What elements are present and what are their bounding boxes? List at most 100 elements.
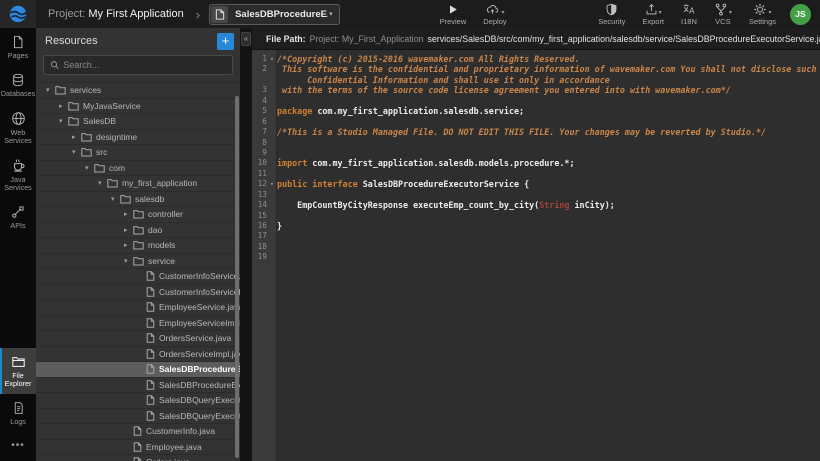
wavemaker-logo[interactable] bbox=[0, 0, 36, 28]
sidebar-item-label: APIs bbox=[10, 222, 25, 230]
tree-item-salesdbqueryexecutorservice-java[interactable]: SalesDBQueryExecutorService.java bbox=[36, 393, 240, 409]
code-line-16[interactable]: 16} bbox=[252, 221, 820, 231]
caret-right-icon[interactable]: ▸ bbox=[72, 133, 81, 141]
i18n-button[interactable]: A I18N bbox=[681, 3, 697, 25]
security-button[interactable]: Security bbox=[598, 3, 625, 25]
fold-marker-icon[interactable]: ▾ bbox=[267, 54, 277, 64]
tree-item-customerinfo-java[interactable]: CustomerInfo.java bbox=[36, 424, 240, 440]
open-file-tab[interactable]: SalesDBProcedureE... ▾ bbox=[209, 4, 340, 25]
caret-right-icon[interactable]: ▸ bbox=[124, 210, 133, 218]
code-text: public interface SalesDBProcedureExecuto… bbox=[277, 179, 820, 189]
sidebar-item-label: Logs bbox=[10, 418, 26, 426]
export-button[interactable]: ▾ Export bbox=[642, 3, 664, 25]
tree-item-label: com bbox=[109, 163, 125, 173]
preview-button[interactable]: Preview bbox=[440, 3, 467, 25]
sidebar-item-pages[interactable]: Pages bbox=[0, 28, 36, 66]
settings-caret-icon: ▾ bbox=[768, 10, 771, 16]
tree-item-my-first-application[interactable]: ▾my_first_application bbox=[36, 176, 240, 192]
tab-dropdown-caret-icon[interactable]: ▾ bbox=[328, 10, 339, 18]
tree-item-customerinfoservice-java[interactable]: CustomerInfoService.java bbox=[36, 269, 240, 285]
code-line-3[interactable]: 3 with the terms of the source code lice… bbox=[252, 85, 820, 95]
tree-item-models[interactable]: ▸ models bbox=[36, 238, 240, 254]
caret-down-icon[interactable]: ▾ bbox=[98, 179, 107, 187]
sidebar-item-apis[interactable]: APIs bbox=[0, 198, 36, 236]
sidebar-item-databases[interactable]: Databases bbox=[0, 66, 36, 104]
tree-item-employeeservice-java[interactable]: EmployeeService.java bbox=[36, 300, 240, 316]
code-line-6[interactable]: 6 bbox=[252, 117, 820, 127]
tree-item-label: controller bbox=[148, 209, 183, 219]
sidebar-item-web-services[interactable]: Web Services bbox=[0, 104, 36, 151]
line-number: 1 bbox=[252, 54, 267, 64]
caret-right-icon[interactable]: ▸ bbox=[124, 241, 133, 249]
token-kw: import bbox=[277, 158, 307, 168]
file-icon bbox=[146, 411, 155, 421]
tree-item-service[interactable]: ▾service bbox=[36, 254, 240, 270]
caret-right-icon[interactable]: ▸ bbox=[124, 226, 133, 234]
token-pl: com.my_first_application.salesdb.service… bbox=[312, 106, 524, 116]
code-line-18[interactable]: 18 bbox=[252, 242, 820, 252]
code-line-14[interactable]: 14 EmpCountByCityResponse executeEmp_cou… bbox=[252, 200, 820, 210]
sidebar-item-label: Web Services bbox=[1, 129, 35, 145]
code-line-17[interactable]: 17 bbox=[252, 231, 820, 241]
caret-down-icon[interactable]: ▾ bbox=[72, 148, 81, 156]
line-number: 17 bbox=[252, 231, 267, 241]
code-line-12[interactable]: 12▾public interface SalesDBProcedureExec… bbox=[252, 179, 820, 189]
code-line-1[interactable]: 1▾/*Copyright (c) 2015-2016 wavemaker.co… bbox=[252, 54, 820, 64]
tree-item-orders-java[interactable]: Orders.java bbox=[36, 455, 240, 461]
tree-item-employee-java[interactable]: Employee.java bbox=[36, 440, 240, 456]
code-line-4[interactable]: 4 bbox=[252, 96, 820, 106]
tree-item-salesdbprocedureexecutorserviceimpl-java[interactable]: SalesDBProcedureExecutorServiceImpl.java bbox=[36, 378, 240, 394]
sidebar-item-logs[interactable]: Logs bbox=[0, 394, 36, 432]
code-line-19[interactable]: 19 bbox=[252, 252, 820, 262]
fold-marker-icon[interactable]: ▾ bbox=[267, 179, 277, 189]
tree-item-salesdbqueryexecutorserviceimpl-java[interactable]: SalesDBQueryExecutorServiceImpl.java bbox=[36, 409, 240, 425]
language-icon: A bbox=[682, 3, 696, 16]
tree-item-designtime[interactable]: ▸designtime bbox=[36, 130, 240, 146]
caret-down-icon[interactable]: ▾ bbox=[59, 117, 68, 125]
code-line-8[interactable]: 8 bbox=[252, 138, 820, 148]
caret-down-icon[interactable]: ▾ bbox=[46, 86, 55, 94]
tree-item-com[interactable]: ▾ com bbox=[36, 161, 240, 177]
add-resource-button[interactable]: + bbox=[217, 33, 234, 50]
code-line-11[interactable]: 11 bbox=[252, 169, 820, 179]
tree-item-customerinfoserviceimpl-java[interactable]: CustomerInfoServiceImpl.java bbox=[36, 285, 240, 301]
collapse-panel-button[interactable]: « bbox=[241, 32, 251, 46]
sidebar-item-file-explorer[interactable]: File Explorer bbox=[0, 348, 36, 394]
resource-tree: ▾services▸MyJavaService▾SalesDB▸designti… bbox=[36, 82, 240, 461]
resource-search[interactable] bbox=[43, 55, 233, 75]
code-line-15[interactable]: 15 bbox=[252, 211, 820, 221]
sidebar-item-java-services[interactable]: Java Services bbox=[0, 151, 36, 198]
tree-item-dao[interactable]: ▸dao bbox=[36, 223, 240, 239]
tree-item-salesdbprocedureexecutorservice-java[interactable]: SalesDBProcedureExecutorService.java bbox=[36, 362, 240, 378]
caret-down-icon[interactable]: ▾ bbox=[124, 257, 133, 265]
tree-item-label: models bbox=[148, 240, 175, 250]
settings-button[interactable]: ▾ Settings bbox=[749, 3, 776, 25]
code-editor[interactable]: 1▾/*Copyright (c) 2015-2016 wavemaker.co… bbox=[252, 50, 820, 461]
code-line-2[interactable]: 2 This software is the confidential and … bbox=[252, 64, 820, 74]
code-line-10[interactable]: 10import com.my_first_application.salesd… bbox=[252, 158, 820, 168]
caret-down-icon[interactable]: ▾ bbox=[111, 195, 120, 203]
sidebar-more-button[interactable]: ••• bbox=[0, 432, 36, 461]
tree-item-ordersserviceimpl-java[interactable]: OrdersServiceImpl.java bbox=[36, 347, 240, 363]
code-line-7[interactable]: 7/*This is a Studio Managed File. DO NOT… bbox=[252, 127, 820, 137]
tree-item-ordersservice-java[interactable]: OrdersService.java bbox=[36, 331, 240, 347]
tree-item-myjavaservice[interactable]: ▸MyJavaService bbox=[36, 99, 240, 115]
tree-scrollbar[interactable] bbox=[235, 96, 239, 458]
deploy-button[interactable]: ▾ Deploy bbox=[483, 3, 506, 25]
tree-item-services[interactable]: ▾services bbox=[36, 83, 240, 99]
caret-down-icon[interactable]: ▾ bbox=[85, 164, 94, 172]
code-line-13[interactable]: 13 bbox=[252, 190, 820, 200]
tree-item-src[interactable]: ▾src bbox=[36, 145, 240, 161]
tree-item-controller[interactable]: ▸ controller bbox=[36, 207, 240, 223]
tree-item-employeeserviceimpl-java[interactable]: EmployeeServiceImpl.java bbox=[36, 316, 240, 332]
vcs-button[interactable]: ▾ VCS bbox=[714, 3, 732, 25]
caret-right-icon[interactable]: ▸ bbox=[59, 102, 68, 110]
token-cm: with the terms of the source code licens… bbox=[277, 85, 731, 95]
tree-item-salesdb[interactable]: ▾salesdb bbox=[36, 192, 240, 208]
code-line-wrap[interactable]: Confidential Information and shall use i… bbox=[252, 75, 820, 85]
search-input[interactable] bbox=[63, 60, 226, 70]
code-line-5[interactable]: 5package com.my_first_application.salesd… bbox=[252, 106, 820, 116]
user-avatar[interactable]: JS bbox=[790, 4, 811, 25]
code-line-9[interactable]: 9 bbox=[252, 148, 820, 158]
tree-item-salesdb[interactable]: ▾SalesDB bbox=[36, 114, 240, 130]
